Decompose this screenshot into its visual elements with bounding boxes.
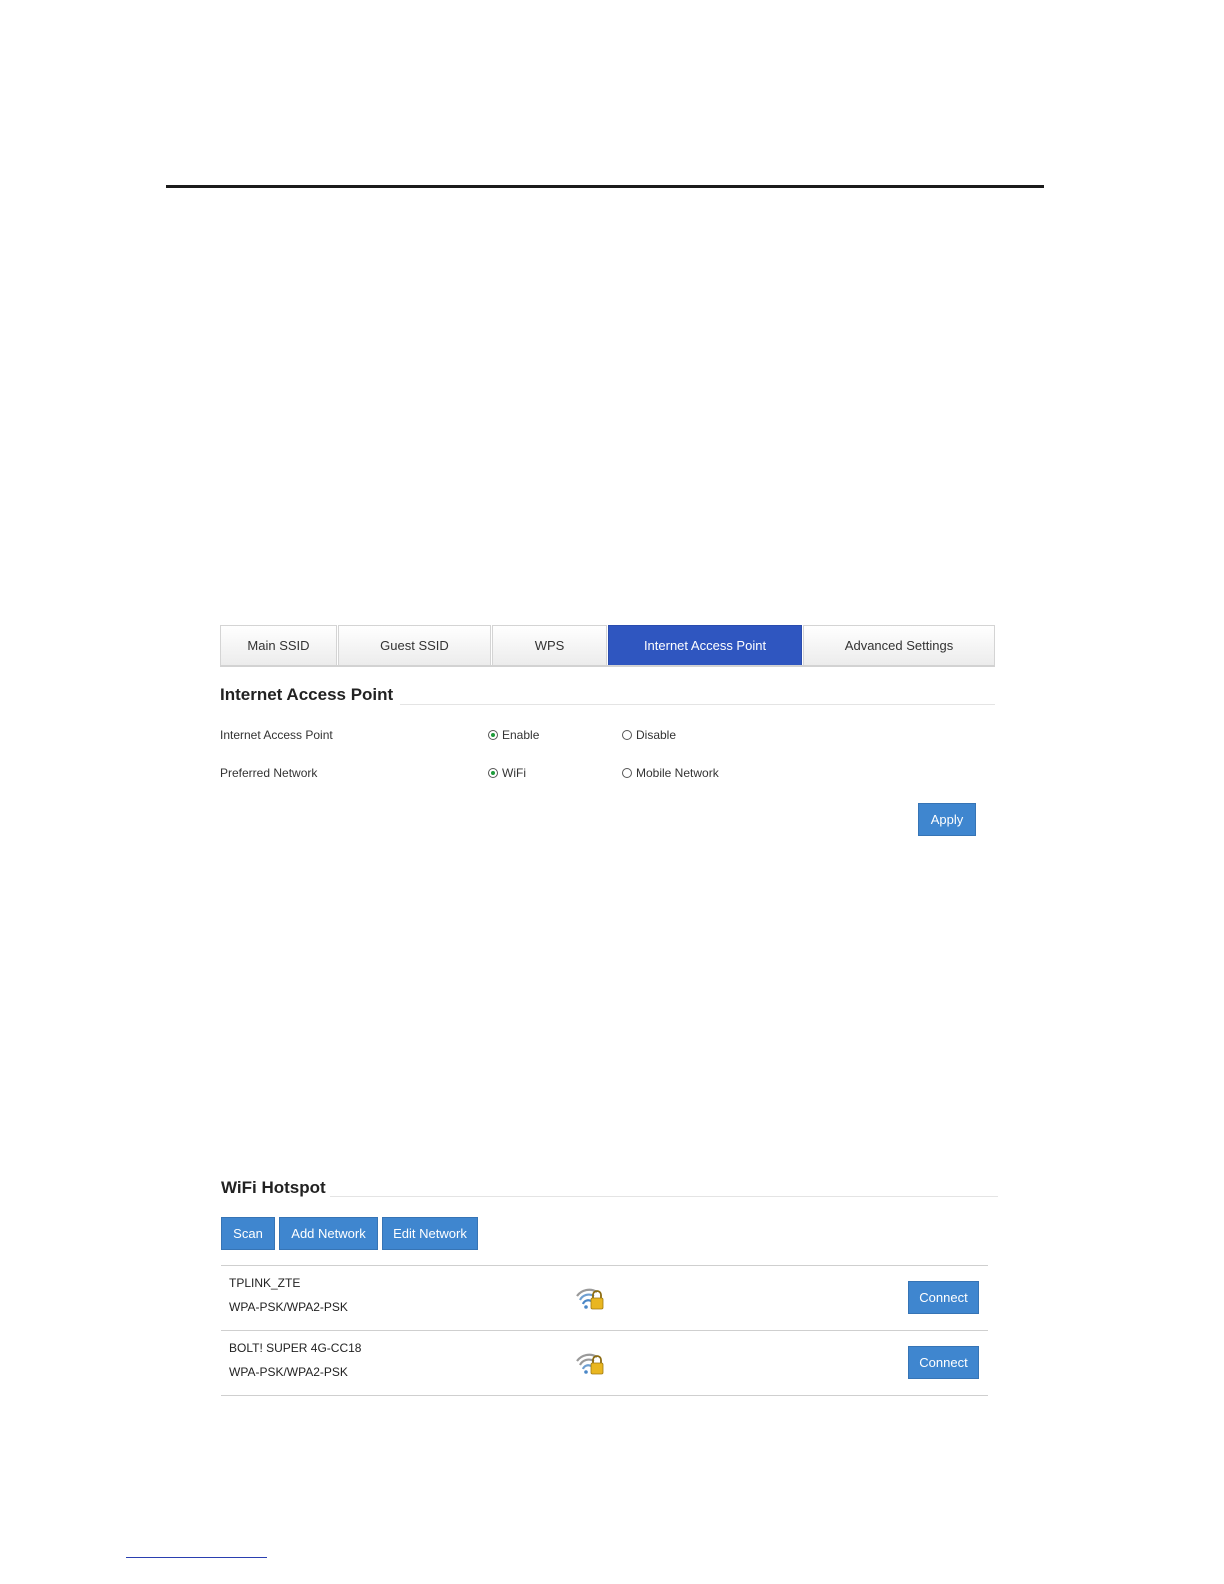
- radio-enable[interactable]: Enable: [488, 728, 539, 742]
- radio-wifi[interactable]: WiFi: [488, 766, 526, 780]
- footer-link-underline: [126, 1557, 267, 1558]
- tab-guest-ssid[interactable]: Guest SSID: [338, 625, 491, 665]
- radio-disable-dot[interactable]: [622, 730, 632, 740]
- hotspot-title: WiFi Hotspot: [221, 1178, 326, 1197]
- edit-network-button[interactable]: Edit Network: [382, 1217, 478, 1250]
- radio-mobile-network[interactable]: Mobile Network: [622, 766, 719, 780]
- settings-tabs: Main SSID Guest SSID WPS Internet Access…: [220, 625, 995, 667]
- radio-enable-label: Enable: [502, 728, 540, 742]
- radio-enable-dot[interactable]: [488, 730, 498, 740]
- tab-advanced-settings[interactable]: Advanced Settings: [803, 625, 995, 665]
- access-point-title: Internet Access Point: [220, 685, 394, 704]
- radio-wifi-label: WiFi: [502, 766, 526, 780]
- hotspot-title-rule: [330, 1196, 998, 1197]
- preferred-network-label: Preferred Network: [220, 766, 318, 780]
- hotspot-row: TPLINK_ZTE WPA-PSK/WPA2-PSK Connect: [221, 1265, 988, 1330]
- radio-disable-label: Disable: [636, 728, 677, 742]
- access-point-title-rule: [400, 704, 995, 705]
- radio-mobile-network-dot[interactable]: [622, 768, 632, 778]
- internet-access-point-label: Internet Access Point: [220, 728, 333, 742]
- connect-button[interactable]: Connect: [908, 1281, 979, 1314]
- scan-button[interactable]: Scan: [221, 1217, 275, 1250]
- radio-mobile-network-label: Mobile Network: [636, 766, 719, 780]
- tab-main-ssid[interactable]: Main SSID: [220, 625, 337, 665]
- network-security: WPA-PSK/WPA2-PSK: [229, 1365, 348, 1379]
- network-ssid: BOLT! SUPER 4G-CC18: [229, 1341, 362, 1355]
- radio-disable[interactable]: Disable: [622, 728, 676, 742]
- wifi-locked-icon: [576, 1353, 604, 1375]
- wifi-locked-icon: [576, 1288, 604, 1310]
- hotspot-row: BOLT! SUPER 4G-CC18 WPA-PSK/WPA2-PSK Con…: [221, 1330, 988, 1396]
- radio-wifi-dot[interactable]: [488, 768, 498, 778]
- tab-wps[interactable]: WPS: [492, 625, 607, 665]
- add-network-button[interactable]: Add Network: [279, 1217, 378, 1250]
- page-top-rule: [166, 185, 1044, 188]
- connect-button[interactable]: Connect: [908, 1346, 979, 1379]
- network-ssid: TPLINK_ZTE: [229, 1276, 301, 1290]
- tab-internet-access-point[interactable]: Internet Access Point: [608, 625, 802, 665]
- apply-button[interactable]: Apply: [918, 803, 976, 836]
- network-security: WPA-PSK/WPA2-PSK: [229, 1300, 348, 1314]
